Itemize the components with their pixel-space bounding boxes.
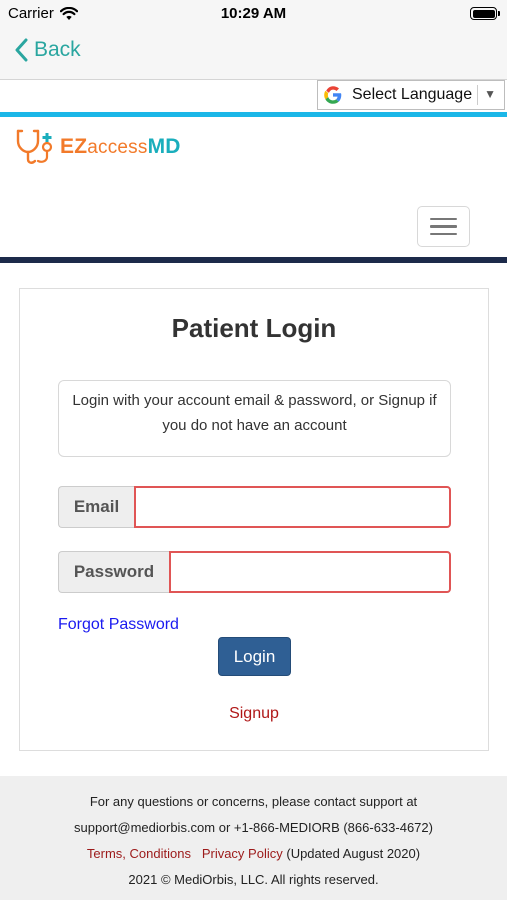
page-footer: For any questions or concerns, please co…: [0, 776, 507, 900]
hamburger-menu-button[interactable]: [417, 206, 470, 247]
policy-updated-text: (Updated August 2020): [286, 846, 421, 861]
login-card: Patient Login Login with your account em…: [19, 288, 489, 751]
back-label: Back: [34, 38, 81, 61]
terms-link[interactable]: Terms, Conditions: [87, 846, 191, 861]
site-header: EZaccessMD: [0, 117, 507, 257]
login-button[interactable]: Login: [218, 637, 291, 676]
password-field-group: Password: [58, 551, 451, 593]
email-field-group: Email: [58, 486, 451, 528]
battery-icon: [470, 7, 500, 20]
brand-access: access: [87, 137, 148, 158]
clock: 10:29 AM: [220, 5, 287, 22]
forgot-password-link[interactable]: Forgot Password: [58, 616, 179, 634]
password-input[interactable]: [169, 551, 451, 593]
brand-ez: EZ: [60, 135, 88, 158]
translate-bar: Select Language ▼: [0, 80, 507, 112]
brand-md: MD: [147, 135, 181, 158]
brand-wordmark: EZaccessMD: [60, 135, 181, 159]
status-bar: Carrier 10:29 AM: [0, 0, 507, 30]
login-info-message: Login with your account email & password…: [58, 380, 451, 457]
hamburger-icon-bar: [430, 232, 457, 236]
hamburger-icon-bar: [430, 217, 457, 221]
google-icon: [324, 86, 342, 104]
stethoscope-logo-icon: [16, 129, 53, 164]
language-select[interactable]: Select Language ▼: [317, 80, 505, 110]
password-label: Password: [58, 551, 169, 593]
signup-link[interactable]: Signup: [20, 705, 488, 723]
footer-links: Terms, Conditions Privacy Policy (Update…: [0, 846, 507, 861]
email-label: Email: [58, 486, 134, 528]
page-title: Patient Login: [171, 313, 337, 343]
header-divider: [0, 257, 507, 263]
dropdown-caret-icon: ▼: [484, 87, 496, 101]
copyright-text: 2021 © MediOrbis, LLC. All rights reserv…: [128, 872, 379, 887]
chevron-left-icon: [15, 38, 28, 62]
footer-contact-text: support@mediorbis.com or +1-866-MEDIORB …: [74, 820, 433, 835]
language-select-label: Select Language: [352, 86, 473, 103]
navigation-bar: Back: [0, 30, 507, 80]
footer-support-text: For any questions or concerns, please co…: [89, 794, 418, 809]
privacy-policy-link[interactable]: Privacy Policy: [202, 846, 283, 861]
back-button[interactable]: Back: [14, 38, 81, 62]
email-input[interactable]: [134, 486, 451, 528]
hamburger-icon-bar: [430, 225, 457, 228]
brand-logo[interactable]: EZaccessMD: [14, 127, 181, 167]
